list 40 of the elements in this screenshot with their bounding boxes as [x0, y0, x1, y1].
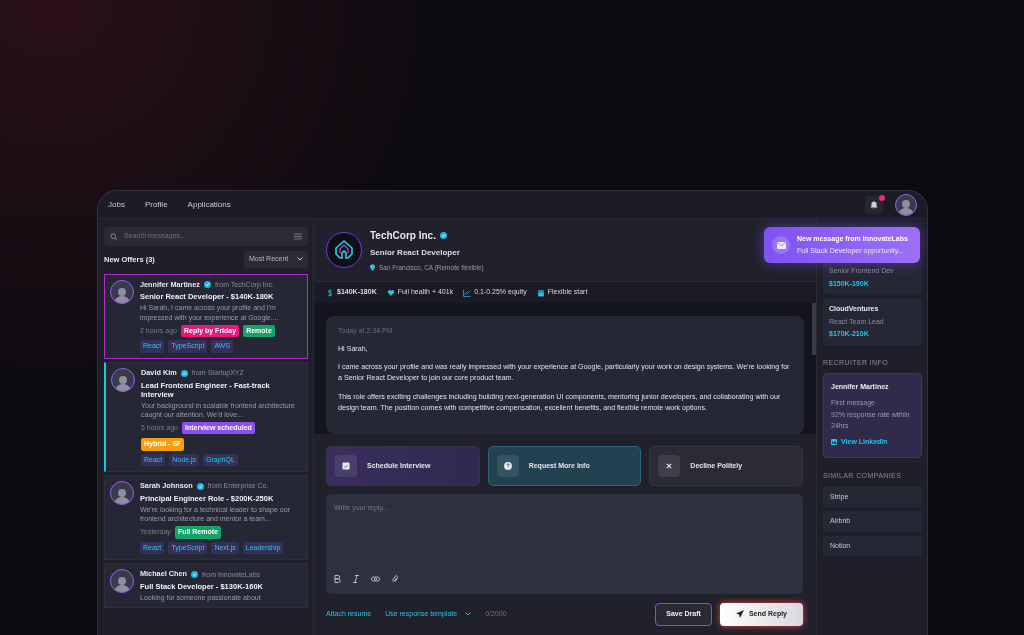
calendar-icon [536, 288, 545, 297]
dollar-icon [326, 288, 334, 297]
notification-button[interactable] [865, 195, 883, 214]
notification-badge [879, 194, 885, 201]
heart-icon [386, 288, 395, 297]
company-name: TechCorp Inc. [370, 228, 436, 243]
chart-icon [463, 288, 472, 297]
avatar [110, 569, 134, 594]
nav-link[interactable]: Jobs [108, 198, 125, 211]
question-icon [502, 461, 513, 471]
nav-link[interactable]: Profile [144, 198, 168, 211]
offer-card[interactable] [104, 361, 308, 473]
avatar [110, 481, 134, 506]
verified-icon [204, 281, 211, 289]
bell-icon [870, 200, 878, 209]
link-icon[interactable] [371, 575, 380, 583]
italic-icon[interactable] [353, 575, 359, 583]
company-logo [326, 232, 362, 268]
filter-icon[interactable] [294, 233, 302, 240]
location-pin-icon [370, 264, 375, 271]
verified-icon [180, 369, 188, 377]
paperclip-icon[interactable] [392, 575, 398, 583]
offer-card[interactable] [104, 273, 308, 359]
calendar-icon [341, 461, 351, 471]
avatar [111, 367, 135, 392]
bold-icon[interactable] [334, 575, 341, 583]
send-icon [735, 610, 744, 619]
nav-link[interactable]: Applications [187, 198, 231, 211]
offer-card[interactable] [104, 475, 308, 561]
job-role: Senior React Developer [370, 246, 461, 259]
verified-icon [191, 571, 199, 579]
verified-icon [439, 231, 447, 239]
chevron-icon [465, 612, 472, 617]
avatar [110, 279, 134, 304]
verified-icon [196, 483, 204, 491]
chevron-icon [297, 257, 303, 262]
search-icon [110, 232, 118, 241]
linkedin-icon [831, 439, 837, 446]
user-avatar[interactable] [895, 193, 917, 216]
envelope-icon [776, 241, 786, 249]
